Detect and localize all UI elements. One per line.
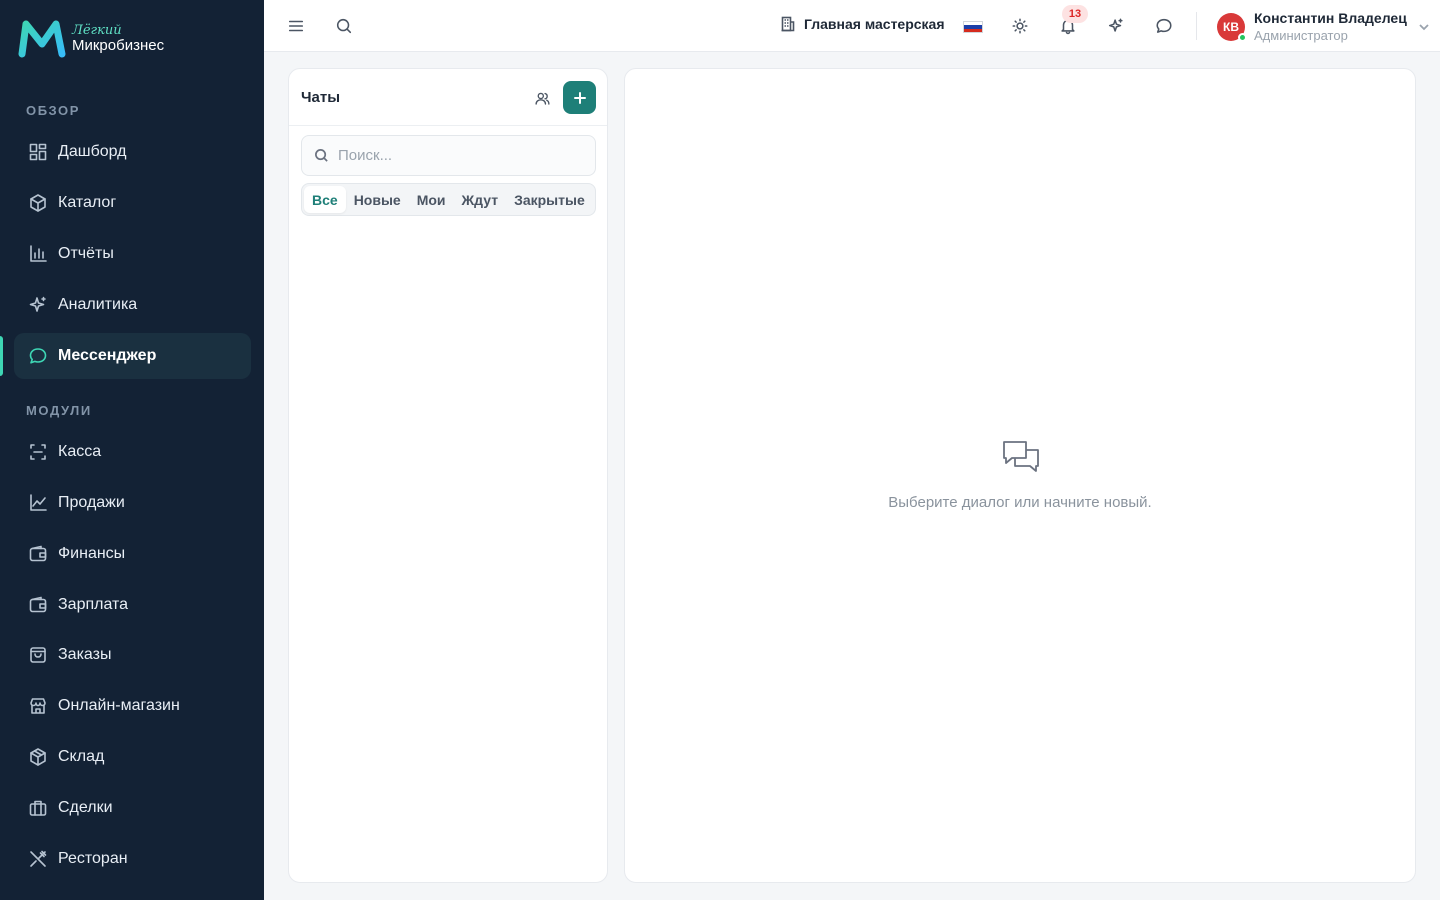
chat-filter-tabs: Все Новые Мои Ждут Закрытые bbox=[301, 183, 596, 216]
sidebar-item-online-store[interactable]: Онлайн-магазин bbox=[14, 683, 251, 729]
avatar: КВ bbox=[1217, 12, 1247, 42]
notifications-badge: 13 bbox=[1062, 5, 1088, 23]
chat-bubble-icon bbox=[28, 346, 48, 366]
avatar-initials: КВ bbox=[1223, 19, 1239, 34]
user-menu[interactable]: КВ Константин Владелец Администратор bbox=[1217, 10, 1431, 44]
sidebar-item-catalog[interactable]: Каталог bbox=[14, 180, 251, 226]
sidebar-item-analytics[interactable]: Аналитика bbox=[14, 282, 251, 328]
sidebar-item-warehouse[interactable]: Склад bbox=[14, 734, 251, 780]
workshop-selector[interactable]: Главная мастерская bbox=[780, 16, 945, 32]
tab-closed[interactable]: Закрытые bbox=[506, 186, 593, 213]
plus-icon bbox=[573, 91, 586, 104]
chat-list-panel: Чаты Все Новые Мои Ждут Закрытые bbox=[288, 68, 608, 883]
chat-list-title: Чаты bbox=[301, 89, 341, 106]
wallet-icon bbox=[28, 544, 48, 564]
dashboard-icon bbox=[28, 142, 48, 162]
sidebar-item-label: Отчёты bbox=[58, 245, 114, 262]
sidebar-item-orders[interactable]: Заказы bbox=[14, 632, 251, 678]
online-status-dot bbox=[1238, 32, 1247, 42]
chat-search-input[interactable] bbox=[338, 147, 578, 164]
theme-sun-icon[interactable] bbox=[1008, 14, 1032, 38]
reports-icon bbox=[28, 244, 48, 264]
new-chat-button[interactable] bbox=[563, 81, 596, 114]
sidebar-item-label: Зарплата bbox=[58, 596, 129, 613]
sparkle-icon bbox=[28, 295, 48, 315]
user-name: Константин Владелец bbox=[1254, 10, 1407, 26]
sidebar-item-reports[interactable]: Отчёты bbox=[14, 231, 251, 277]
chat-search[interactable] bbox=[301, 135, 596, 176]
sparkle-icon[interactable] bbox=[1104, 14, 1128, 38]
building-icon bbox=[781, 16, 795, 32]
utensils-icon bbox=[28, 849, 48, 869]
catalog-icon bbox=[28, 193, 48, 213]
user-role: Администратор bbox=[1254, 27, 1348, 43]
scan-icon bbox=[28, 442, 48, 462]
wallet-icon bbox=[28, 595, 48, 615]
tab-mine[interactable]: Мои bbox=[409, 186, 454, 213]
sidebar-item-label: Каталог bbox=[58, 194, 117, 211]
sidebar: Лёгкий Микробизнес ОБЗОР Дашборд Каталог… bbox=[0, 0, 264, 900]
briefcase-icon bbox=[28, 798, 48, 818]
sidebar-item-label: Финансы bbox=[58, 545, 126, 562]
conversation-panel: Выберите диалог или начните новый. bbox=[624, 68, 1416, 883]
bag-icon bbox=[28, 645, 48, 665]
store-icon bbox=[28, 696, 48, 716]
sidebar-item-restaurant[interactable]: Ресторан bbox=[14, 836, 251, 882]
sidebar-item-label: Продажи bbox=[58, 494, 125, 511]
sidebar-item-dashboard[interactable]: Дашборд bbox=[14, 129, 251, 175]
tab-all[interactable]: Все bbox=[304, 186, 346, 213]
topbar: Главная мастерская 13 КВ Константин Влад… bbox=[264, 0, 1440, 52]
language-flag-ru[interactable] bbox=[963, 21, 983, 33]
sidebar-item-salary[interactable]: Зарплата bbox=[14, 582, 251, 628]
chevron-down-icon bbox=[1417, 20, 1431, 34]
menu-icon[interactable] bbox=[284, 14, 308, 38]
workshop-name: Главная мастерская bbox=[804, 16, 945, 32]
sidebar-item-label: Мессенджер bbox=[58, 347, 157, 364]
logo-m-icon bbox=[18, 20, 66, 58]
sidebar-item-label: Онлайн-магазин bbox=[58, 697, 180, 714]
brand-logo[interactable]: Лёгкий Микробизнес bbox=[18, 18, 164, 58]
search-icon bbox=[315, 149, 328, 162]
sidebar-item-label: Ресторан bbox=[58, 850, 128, 867]
users-icon[interactable] bbox=[531, 87, 553, 109]
topbar-divider bbox=[1196, 12, 1197, 40]
sidebar-item-label: Аналитика bbox=[58, 296, 138, 313]
sidebar-item-label: Касса bbox=[58, 443, 102, 460]
sidebar-item-deals[interactable]: Сделки bbox=[14, 785, 251, 831]
sidebar-item-label: Заказы bbox=[58, 646, 112, 663]
sidebar-item-label: Дашборд bbox=[58, 143, 127, 160]
sidebar-item-cashier[interactable]: Касса bbox=[14, 429, 251, 475]
section-label-overview: ОБЗОР bbox=[26, 103, 81, 118]
sidebar-item-messenger[interactable]: Мессенджер bbox=[14, 333, 251, 379]
chart-line-icon bbox=[28, 493, 48, 513]
chat-bubble-icon[interactable] bbox=[1152, 14, 1176, 38]
empty-state-text: Выберите диалог или начните новый. bbox=[888, 494, 1152, 511]
sidebar-item-sales[interactable]: Продажи bbox=[14, 480, 251, 526]
sidebar-item-label: Сделки bbox=[58, 799, 113, 816]
sidebar-item-finance[interactable]: Финансы bbox=[14, 531, 251, 577]
active-indicator bbox=[0, 336, 3, 376]
box-icon bbox=[28, 747, 48, 767]
tab-new[interactable]: Новые bbox=[346, 186, 409, 213]
search-icon[interactable] bbox=[332, 14, 356, 38]
section-label-modules: МОДУЛИ bbox=[26, 403, 92, 418]
tab-waiting[interactable]: Ждут bbox=[454, 186, 507, 213]
conversations-icon bbox=[1001, 439, 1041, 477]
brand-top: Лёгкий bbox=[72, 22, 122, 38]
sidebar-item-label: Склад bbox=[58, 748, 105, 765]
chat-list-header: Чаты bbox=[289, 69, 607, 126]
brand-bottom: Микробизнес bbox=[72, 36, 165, 54]
